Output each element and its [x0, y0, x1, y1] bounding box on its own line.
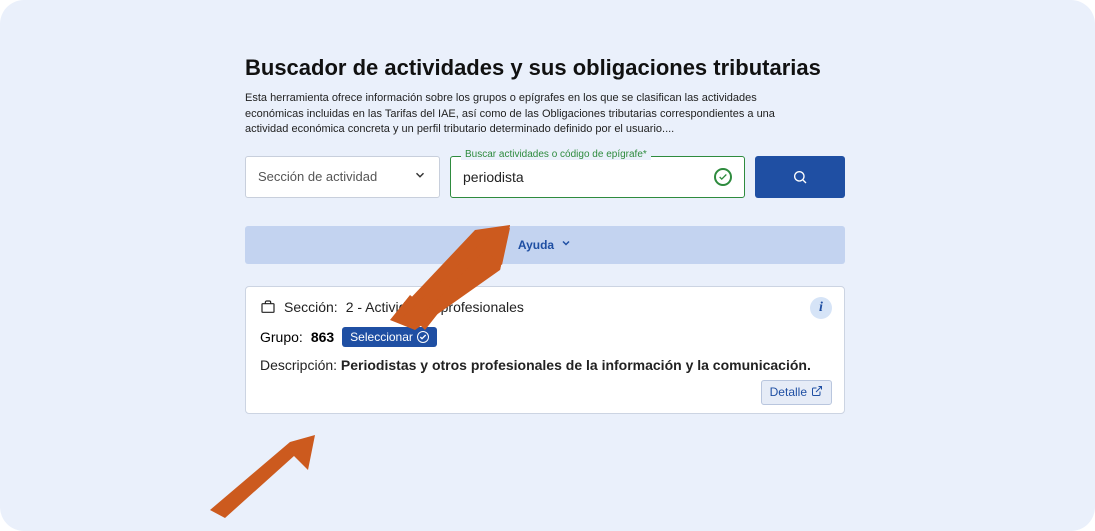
- main-content: Buscador de actividades y sus obligacion…: [245, 55, 845, 414]
- annotation-arrow-icon: [200, 430, 330, 520]
- info-icon[interactable]: i: [810, 297, 832, 319]
- chevron-down-icon: [413, 168, 427, 185]
- page-container: Buscador de actividades y sus obligacion…: [0, 0, 1095, 531]
- help-label: Ayuda: [518, 238, 554, 252]
- detail-button[interactable]: Detalle: [761, 380, 832, 405]
- search-row: Sección de actividad Buscar actividades …: [245, 156, 845, 198]
- search-icon: [792, 169, 808, 185]
- search-input-wrap: Buscar actividades o código de epígrafe*: [450, 156, 745, 198]
- intro-text: Esta herramienta ofrece información sobr…: [245, 91, 805, 137]
- description-value: Periodistas y otros profesionales de la …: [341, 357, 811, 373]
- check-circle-icon: [417, 331, 429, 343]
- grupo-row: Grupo: 863 Seleccionar: [260, 327, 830, 347]
- page-title: Buscador de actividades y sus obligacion…: [245, 55, 845, 81]
- section-select-placeholder: Sección de actividad: [258, 169, 377, 184]
- search-button[interactable]: [755, 156, 845, 198]
- section-select[interactable]: Sección de actividad: [245, 156, 440, 198]
- detail-button-label: Detalle: [770, 385, 807, 399]
- description-row: Descripción: Periodistas y otros profesi…: [260, 357, 830, 373]
- grupo-label: Grupo:: [260, 329, 303, 345]
- search-input[interactable]: [463, 169, 714, 185]
- select-button-label: Seleccionar: [350, 330, 413, 344]
- select-button[interactable]: Seleccionar: [342, 327, 437, 347]
- external-link-icon: [811, 385, 823, 400]
- search-input-label: Buscar actividades o código de epígrafe*: [461, 149, 651, 160]
- check-circle-icon: [714, 168, 732, 186]
- result-section-row: Sección: 2 - Actividades profesionales: [260, 299, 830, 315]
- section-value: 2 - Actividades profesionales: [346, 299, 524, 315]
- help-toggle[interactable]: Ayuda: [245, 226, 845, 264]
- section-label: Sección:: [284, 299, 338, 315]
- chevron-down-icon: [560, 237, 572, 252]
- description-label: Descripción:: [260, 357, 337, 373]
- grupo-code: 863: [311, 329, 334, 345]
- briefcase-icon: [260, 299, 276, 315]
- result-card: i Sección: 2 - Actividades profesionales…: [245, 286, 845, 414]
